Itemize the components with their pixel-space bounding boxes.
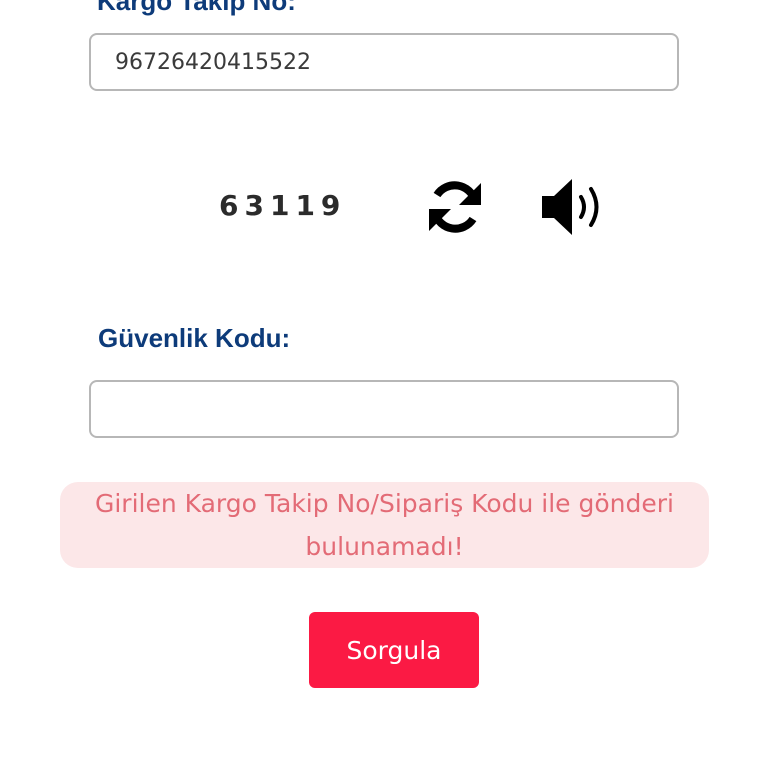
captcha-code: 63119: [219, 189, 347, 222]
security-code-input[interactable]: [89, 380, 679, 438]
audio-captcha-button[interactable]: [538, 175, 610, 239]
query-button[interactable]: Sorgula: [309, 612, 479, 688]
error-alert: Girilen Kargo Takip No/Sipariş Kodu ile …: [60, 482, 709, 568]
security-code-label: Güvenlik Kodu:: [98, 323, 291, 353]
tracking-number-label: Kargo Takip No:: [97, 0, 296, 16]
refresh-icon: [429, 181, 481, 233]
tracking-number-input[interactable]: [89, 33, 679, 91]
speaker-icon: [542, 179, 599, 235]
error-message: Girilen Kargo Takip No/Sipariş Kodu ile …: [94, 489, 674, 561]
refresh-captcha-button[interactable]: [423, 175, 487, 239]
